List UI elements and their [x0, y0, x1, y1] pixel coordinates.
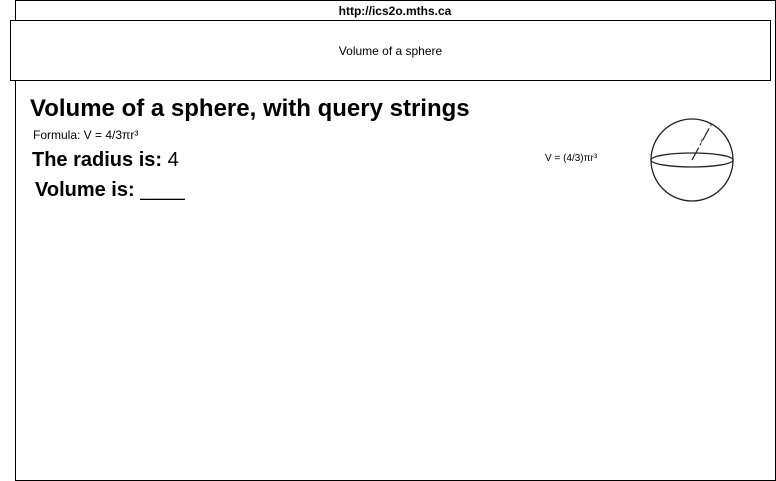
header-title: Volume of a sphere: [338, 43, 443, 58]
formula-text: Formula: V = 4/3πr³: [33, 128, 139, 142]
radius-letter: r: [701, 139, 703, 145]
page-heading: Volume of a sphere, with query strings: [30, 95, 470, 122]
page: http://ics2o.mths.ca Volume of a sphere …: [0, 0, 776, 481]
volume-label: Volume is:: [35, 179, 135, 201]
sphere-icon: r: [650, 118, 734, 202]
sphere-diagram: V = (4/3)πr³ r: [540, 112, 740, 207]
url-text: http://ics2o.mths.ca: [338, 4, 452, 18]
volume-value: ____: [140, 179, 185, 201]
radius-row: The radius is: 4: [32, 149, 179, 172]
header-box: Volume of a sphere: [10, 20, 771, 81]
volume-row: Volume is: ____: [35, 179, 185, 202]
radius-value: 4: [167, 149, 179, 171]
radius-label: The radius is:: [32, 149, 163, 171]
diagram-formula: V = (4/3)πr³: [545, 153, 598, 164]
